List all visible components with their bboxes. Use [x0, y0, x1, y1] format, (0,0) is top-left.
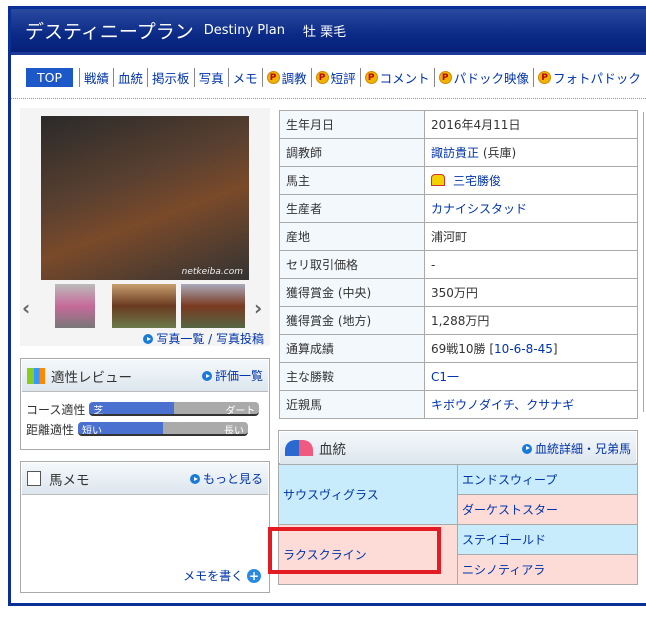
horse-info-table: 生年月日 2016年4月11日 調教師 諏訪貴正 (兵庫) 馬主 三宅勝俊 生産者 カナ… [279, 110, 638, 419]
table-row: 獲得賞金 (中央) 350万円 [279, 278, 638, 307]
memo-title: 馬メモ [49, 472, 90, 489]
dam-sire-link[interactable]: ステイゴールド [457, 524, 638, 555]
bar-chart-icon [27, 367, 45, 384]
horse-nav: TOP 戦績 血統 掲示板 写真 メモ P 調教 P 短評 P コメント P パドック映… [26, 68, 645, 87]
table-row: 通算成績 69戦10勝 [10-6-8-45] [279, 334, 638, 363]
owner-link[interactable]: 三宅勝俊 [453, 174, 501, 188]
pedigree-horse-icon [285, 440, 313, 456]
main-win-link[interactable]: C1一 [431, 370, 459, 384]
sire-dam-link[interactable]: ダーケストスター [457, 494, 638, 525]
horse-name-en: Destiny Plan [203, 23, 285, 38]
tab-memo[interactable]: メモ [227, 68, 262, 87]
photo-list-link[interactable]: 写真一覧 / 写真投稿 [143, 330, 264, 347]
premium-icon: P [438, 71, 452, 84]
write-memo-button[interactable]: メモを書く + [183, 567, 261, 584]
pedigree-detail-link[interactable]: 血統詳細・兄弟馬 [521, 440, 631, 457]
table-row: 生産者 カナイシスタッド [279, 194, 638, 223]
dam-dam-link[interactable]: ニシノティアラ [457, 554, 638, 585]
tab-top[interactable]: TOP [26, 68, 74, 87]
photo-panel: netkeiba.com ‹ › 写真一覧 / 写真投稿 [20, 108, 270, 346]
table-row: 調教師 諏訪貴正 (兵庫) [279, 138, 638, 167]
divider [11, 98, 646, 99]
tab-comment[interactable]: P コメント [359, 68, 434, 87]
highlight-box [268, 527, 441, 574]
prev-arrow-icon[interactable]: ‹ [22, 296, 30, 320]
owner-silks-icon [431, 174, 445, 186]
memo-box: 馬メモ もっと見る メモを書く + [20, 461, 270, 593]
sex-color: 牡 栗毛 [302, 25, 347, 40]
review-box: 適性レビュー 評価一覧 コース適性芝ダート 距離適性 短い 長い [20, 358, 270, 450]
tab-pedigree[interactable]: 血統 [113, 68, 147, 87]
table-row: 生年月日 2016年4月11日 [279, 110, 638, 139]
premium-icon: P [266, 71, 280, 84]
breeder-link[interactable]: カナイシスタッド [431, 202, 527, 216]
aptitude-bar: 芝ダート [89, 402, 260, 416]
premium-icon: P [315, 71, 329, 84]
table-row: セリ取引価格 - [279, 250, 638, 279]
pedigree-title: 血統 [319, 442, 346, 458]
table-row: 獲得賞金 (地方) 1,288万円 [279, 306, 638, 335]
tab-results[interactable]: 戦績 [79, 68, 113, 87]
thumbnail[interactable] [55, 284, 95, 328]
distance-aptitude-row: 距離適性 短い 長い [21, 419, 269, 439]
premium-icon: P [538, 71, 552, 84]
memo-pencil-icon [27, 471, 41, 486]
review-list-link[interactable]: 評価一覧 [201, 367, 263, 384]
table-row: 産地 浦河町 [279, 222, 638, 251]
tab-training[interactable]: P 調教 [261, 68, 311, 87]
tab-short-review[interactable]: P 短評 [310, 68, 360, 87]
horse-name: デスティニープラン [25, 21, 194, 43]
record-link[interactable]: 10-6-8-45 [494, 342, 553, 356]
play-circle-icon [143, 334, 154, 344]
course-aptitude-row: コース適性芝ダート [21, 399, 269, 419]
table-row: 馬主 三宅勝俊 [279, 166, 638, 195]
tab-photos[interactable]: 写真 [193, 68, 228, 87]
aptitude-bar: 短い 長い [78, 422, 249, 436]
pedigree-header: 血統 血統詳細・兄弟馬 [278, 430, 638, 464]
memo-more-link[interactable]: もっと見る [189, 470, 263, 487]
plus-circle-icon: + [247, 569, 261, 583]
trainer-link[interactable]: 諏訪貴正 [431, 146, 479, 160]
tab-paddock-video[interactable]: P パドック映像 [433, 68, 533, 87]
relatives-link[interactable]: キボウノダイチ、クサナギ [431, 398, 574, 412]
tab-board[interactable]: 掲示板 [147, 68, 194, 87]
sire-link[interactable]: サウスヴィグラス [278, 464, 458, 525]
premium-icon: P [364, 71, 378, 84]
table-row: 近親馬 キボウノダイチ、クサナギ [279, 390, 638, 419]
table-row: 主な勝鞍 C1一 [279, 362, 638, 391]
next-arrow-icon[interactable]: › [254, 296, 262, 320]
horse-header: デスティニープラン Destiny Plan 牡 栗毛 [11, 9, 646, 55]
tab-photo-paddock[interactable]: P フォトパドック [533, 68, 645, 87]
play-circle-icon [189, 474, 200, 484]
main-horse-photo[interactable]: netkeiba.com [41, 116, 249, 280]
thumbnail[interactable] [181, 284, 245, 328]
play-circle-icon [521, 443, 532, 454]
sire-sire-link[interactable]: エンドスウィープ [457, 464, 638, 495]
review-title: 適性レビュー [51, 369, 132, 386]
thumbnail[interactable] [112, 284, 176, 328]
play-circle-icon [201, 371, 212, 381]
